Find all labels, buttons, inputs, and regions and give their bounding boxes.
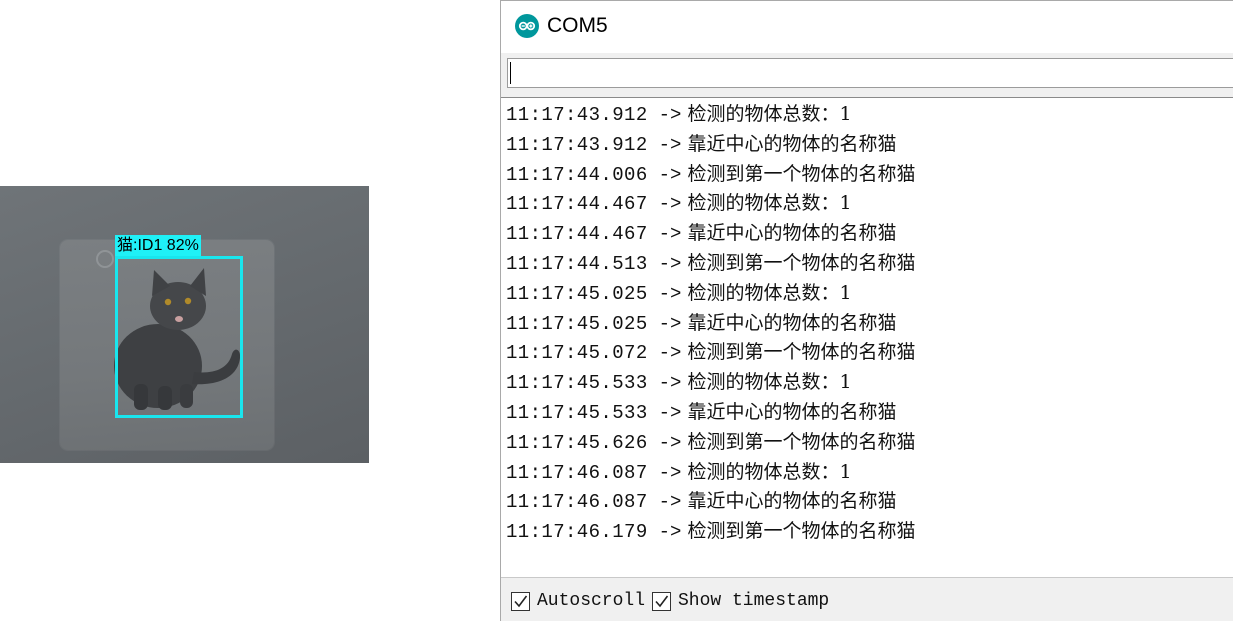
send-input[interactable] (507, 58, 1233, 88)
log-message: 检测到第一个物体的名称猫 (687, 341, 916, 364)
log-arrow: -> (658, 312, 682, 335)
log-message: 检测到第一个物体的名称猫 (687, 162, 916, 185)
log-line: 11:17:45.025 -> 靠近中心的物体的名称猫 (506, 308, 896, 338)
log-line: 11:17:44.513 -> 检测到第一个物体的名称猫 (506, 248, 915, 278)
log-message: 检测到第一个物体的名称猫 (687, 520, 916, 543)
log-arrow: -> (658, 163, 682, 186)
autoscroll-checkbox-box[interactable] (511, 591, 530, 611)
log-timestamp: 11:17:44.467 (506, 193, 648, 216)
log-line: 11:17:46.179 -> 检测到第一个物体的名称猫 (506, 516, 915, 546)
log-timestamp: 11:17:45.072 (506, 342, 648, 365)
log-arrow: -> (658, 104, 682, 126)
log-message: 检测的物体总数：1 (687, 103, 852, 125)
log-line: 11:17:45.626 -> 检测到第一个物体的名称猫 (506, 427, 915, 457)
log-message: 靠近中心的物体的名称猫 (687, 132, 897, 155)
show-timestamp-checkbox-box[interactable] (652, 591, 671, 611)
log-timestamp: 11:17:43.912 (506, 133, 648, 156)
log-arrow: -> (658, 223, 682, 246)
log-line: 11:17:46.087 -> 检测的物体总数：1 (506, 457, 852, 487)
log-message: 检测到第一个物体的名称猫 (687, 430, 916, 453)
log-timestamp: 11:17:46.179 (506, 521, 648, 544)
log-message: 检测到第一个物体的名称猫 (687, 252, 916, 274)
log-message: 检测的物体总数：1 (687, 371, 852, 394)
show-timestamp-checkbox[interactable]: Show timestamp (652, 589, 829, 613)
log-line: 11:17:45.072 -> 检测到第一个物体的名称猫 (506, 337, 915, 367)
send-row (501, 53, 1233, 97)
log-arrow: -> (658, 431, 682, 454)
arduino-logo-icon (515, 14, 539, 38)
camera-preview: 猫:ID1 82% (0, 186, 369, 463)
log-arrow: -> (658, 253, 682, 275)
log-line: 11:17:46.087 -> 靠近中心的物体的名称猫 (506, 486, 896, 516)
log-timestamp: 11:17:45.025 (506, 312, 648, 335)
detection-label: 猫:ID1 82% (115, 235, 201, 256)
log-arrow: -> (658, 461, 682, 484)
log-message: 检测的物体总数：1 (687, 460, 852, 483)
log-message: 检测的物体总数：1 (687, 192, 852, 215)
log-line: 11:17:43.912 -> 靠近中心的物体的名称猫 (506, 129, 896, 159)
log-line: 11:17:44.467 -> 靠近中心的物体的名称猫 (506, 218, 896, 248)
log-arrow: -> (658, 133, 682, 156)
page: 猫:ID1 82% COM5 11:17:43.912 -> 检测的物体总数：1 11… (0, 0, 1233, 621)
checkmark-icon (514, 595, 528, 607)
log-timestamp: 11:17:45.533 (506, 372, 648, 395)
log-message: 检测的物体总数：1 (687, 281, 852, 304)
text-caret (510, 62, 511, 84)
log-arrow: -> (658, 491, 682, 514)
detection-box (115, 256, 243, 418)
bottom-bar: Autoscroll Show timestamp (501, 577, 1233, 621)
log-arrow: -> (658, 193, 682, 216)
autoscroll-label: Autoscroll (537, 591, 646, 611)
log-line: 11:17:44.006 -> 检测到第一个物体的名称猫 (506, 159, 915, 189)
log-message: 靠近中心的物体的名称猫 (687, 401, 897, 423)
log-line: 11:17:45.533 -> 检测的物体总数：1 (506, 367, 852, 397)
checkmark-icon (655, 595, 669, 607)
log-arrow: -> (658, 521, 682, 544)
window-title: COM5 (547, 14, 608, 37)
log-timestamp: 11:17:45.025 (506, 282, 648, 305)
log-message: 靠近中心的物体的名称猫 (687, 311, 897, 334)
log-line: 11:17:45.025 -> 检测的物体总数：1 (506, 278, 852, 308)
log-line: 11:17:43.912 -> 检测的物体总数：1 (506, 99, 852, 129)
log-timestamp: 11:17:45.533 (506, 402, 648, 424)
log-line: 11:17:44.467 -> 检测的物体总数：1 (506, 188, 852, 218)
log-arrow: -> (658, 342, 682, 365)
log-timestamp: 11:17:46.087 (506, 491, 648, 514)
log-arrow: -> (658, 282, 682, 305)
log-timestamp: 11:17:46.087 (506, 461, 648, 484)
log-timestamp: 11:17:43.912 (506, 104, 648, 126)
log-timestamp: 11:17:44.006 (506, 163, 648, 186)
log-timestamp: 11:17:45.626 (506, 431, 648, 454)
log-arrow: -> (658, 372, 682, 395)
log-message: 靠近中心的物体的名称猫 (687, 222, 897, 245)
serial-output[interactable]: 11:17:43.912 -> 检测的物体总数：1 11:17:43.912 -> 靠近中… (501, 97, 1233, 578)
log-arrow: -> (658, 402, 682, 424)
autoscroll-checkbox[interactable]: Autoscroll (511, 589, 645, 613)
log-message: 靠近中心的物体的名称猫 (687, 490, 897, 513)
log-timestamp: 11:17:44.467 (506, 223, 648, 246)
show-timestamp-label: Show timestamp (678, 591, 830, 611)
title-bar: COM5 (501, 1, 1233, 53)
serial-monitor-window: COM5 11:17:43.912 -> 检测的物体总数：1 11:17:43.912… (500, 0, 1233, 621)
log-timestamp: 11:17:44.513 (506, 253, 648, 275)
log-line: 11:17:45.533 -> 靠近中心的物体的名称猫 (506, 397, 896, 427)
